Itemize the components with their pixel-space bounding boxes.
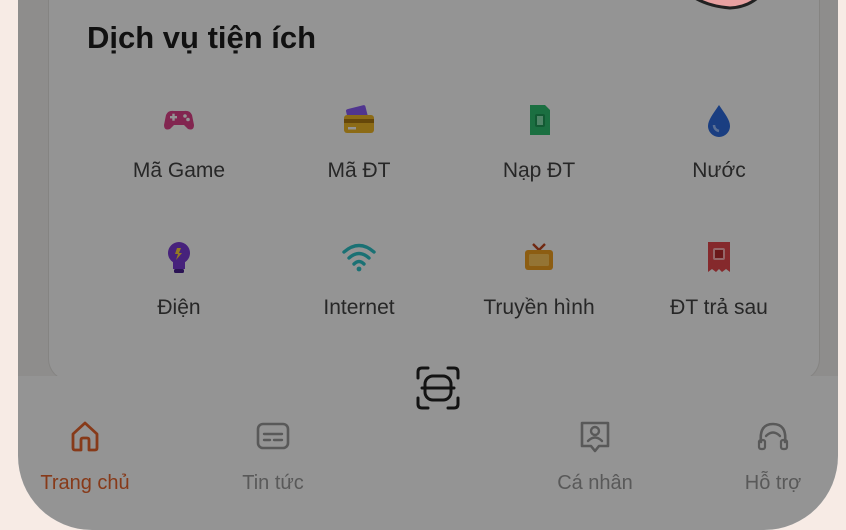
decoration-shape	[695, 0, 758, 10]
utility-services-card: Dịch vụ tiện ích Mã Game Mã ĐT Nạp ĐT Nư…	[48, 0, 820, 381]
postpaid-bill-icon	[708, 242, 730, 272]
scan-qr-button[interactable]	[394, 344, 482, 432]
service-label: Nước	[692, 159, 746, 182]
service-label: ĐT trả sau	[670, 296, 768, 319]
lightbulb-icon	[168, 242, 190, 273]
service-internet[interactable]: Internet	[274, 238, 444, 348]
service-label: Điện	[157, 296, 201, 319]
service-label: Mã ĐT	[327, 159, 391, 182]
service-electricity[interactable]: Điện	[94, 238, 264, 348]
tv-icon	[525, 243, 553, 270]
nav-item-news[interactable]: Tin tức	[208, 416, 338, 495]
service-label: Nạp ĐT	[502, 159, 576, 182]
nav-item-profile[interactable]: Cá nhân	[530, 416, 660, 495]
water-drop-icon	[708, 105, 730, 137]
nav-label: Hỗ trợ	[744, 472, 802, 494]
service-postpaid[interactable]: ĐT trả sau	[634, 238, 804, 348]
scan-qr-icon	[416, 366, 460, 410]
nav-label: Tin tức	[242, 472, 304, 494]
service-phone-card[interactable]: Mã ĐT	[274, 101, 444, 211]
service-water[interactable]: Nước	[634, 101, 804, 211]
service-label: Internet	[323, 296, 395, 319]
service-game-code[interactable]: Mã Game	[94, 101, 264, 211]
service-label: Truyền hình	[483, 296, 595, 319]
nav-item-support[interactable]: Hỗ trợ	[708, 416, 838, 495]
news-icon	[256, 422, 290, 450]
service-phone-topup[interactable]: Nạp ĐT	[454, 101, 624, 211]
nav-label: Cá nhân	[557, 472, 633, 494]
sim-topup-icon	[530, 105, 550, 135]
gamepad-icon	[164, 110, 194, 130]
profile-icon	[580, 421, 610, 453]
service-label: Mã Game	[132, 159, 226, 182]
section-title: Dịch vụ tiện ích	[87, 20, 317, 55]
home-icon	[71, 421, 99, 452]
phone-card-icon	[344, 105, 374, 133]
nav-item-home[interactable]: Trang chủ	[20, 416, 150, 495]
wifi-icon	[342, 243, 376, 272]
nav-label: Trang chủ	[40, 472, 130, 494]
service-tv[interactable]: Truyền hình	[454, 238, 624, 348]
support-icon	[757, 422, 789, 451]
app-screen: Dịch vụ tiện ích Mã Game Mã ĐT Nạp ĐT Nư…	[18, 0, 838, 530]
